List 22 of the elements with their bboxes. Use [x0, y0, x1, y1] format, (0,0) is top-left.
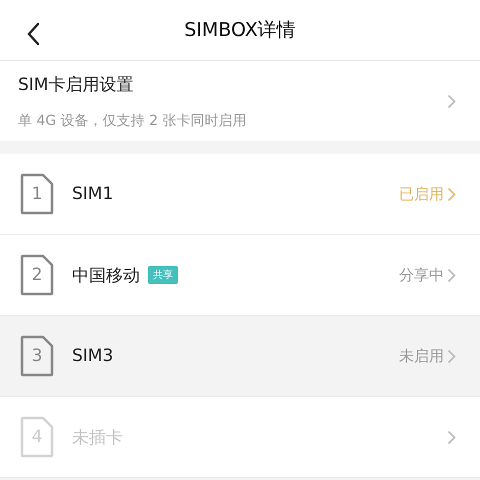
sim-slot-row[interactable]: 3 SIM3 未启用	[0, 316, 480, 397]
sim-name: SIM1	[72, 184, 114, 204]
chevron-icon	[447, 186, 456, 202]
setting-subtitle: 单 4G 设备，仅支持 2 张卡同时启用	[18, 112, 248, 130]
setting-title: SIM卡启用设置	[18, 74, 134, 96]
sim-card-icon: 2	[20, 254, 54, 296]
chevron-icon	[447, 94, 456, 108]
back-icon[interactable]	[26, 22, 40, 46]
sim-name: 未插卡	[72, 426, 123, 448]
chevron-icon	[447, 268, 456, 282]
shared-badge: 共享	[148, 266, 178, 284]
settings-row[interactable]: SIM卡启用设置 单 4G 设备，仅支持 2 张卡同时启用	[0, 61, 480, 141]
sim-card-icon: 1	[20, 173, 54, 215]
sim-status: 分享中	[399, 266, 444, 284]
page-title: SIMBOX详情	[184, 18, 296, 43]
sim-name: 中国移动	[72, 264, 140, 286]
chevron-icon	[447, 348, 456, 364]
sim-name: SIM3	[72, 346, 114, 366]
sim-status: 已启用	[399, 184, 444, 204]
sim-status: 未启用	[399, 346, 444, 366]
chevron-icon	[447, 430, 456, 444]
sim-card-icon: 3	[20, 335, 54, 377]
